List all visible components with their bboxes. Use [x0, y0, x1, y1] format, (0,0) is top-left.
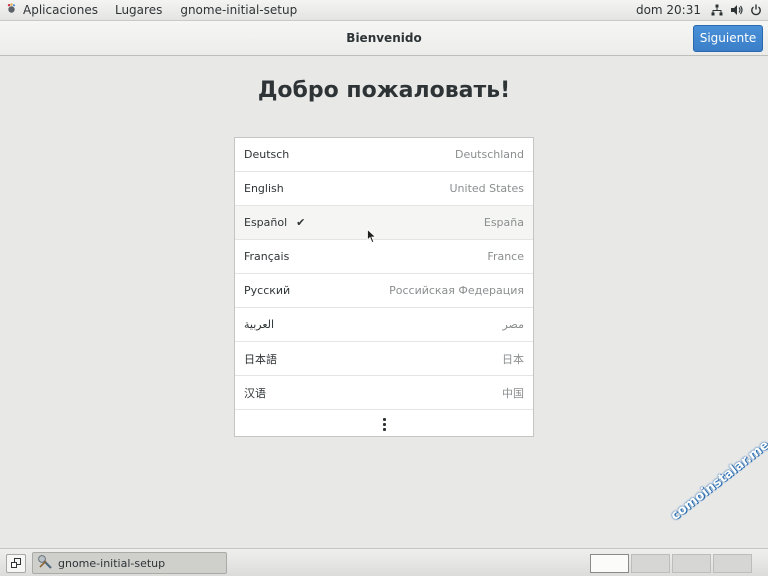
gnome-foot-icon [6, 3, 17, 17]
setup-tool-icon [37, 554, 53, 573]
welcome-heading: Добро пожаловать! [257, 78, 511, 103]
language-row[interactable]: Français France [235, 240, 533, 274]
clock[interactable]: dom 20:31 [626, 3, 711, 17]
more-languages-button[interactable] [235, 410, 533, 438]
volume-icon[interactable] [730, 4, 743, 16]
language-region: 中国 [502, 386, 524, 400]
show-desktop-icon [10, 554, 22, 573]
language-region: مصر [502, 318, 524, 331]
language-region: Российская Федерация [389, 284, 524, 297]
next-button[interactable]: Siguiente [693, 25, 763, 52]
language-name: 日本語 [244, 352, 277, 366]
language-row[interactable]: العربية مصر [235, 308, 533, 342]
language-region: United States [449, 182, 525, 195]
page-title: Bienvenido [346, 31, 422, 45]
language-name: العربية [244, 318, 275, 331]
language-region: France [487, 250, 524, 263]
language-row-selected[interactable]: Español ✔ España [235, 206, 533, 240]
language-name: English [244, 182, 284, 195]
applications-menu[interactable]: Aplicaciones [0, 0, 106, 20]
workspace-4[interactable] [713, 554, 752, 573]
workspace-switcher [590, 554, 752, 573]
top-panel: Aplicaciones Lugares gnome-initial-setup… [0, 0, 768, 21]
language-row[interactable]: Русский Российская Федерация [235, 274, 533, 308]
taskbar-item[interactable]: gnome-initial-setup [32, 552, 227, 574]
language-row[interactable]: Deutsch Deutschland [235, 138, 533, 172]
network-icon[interactable] [711, 4, 723, 16]
language-region: España [483, 216, 524, 229]
check-icon: ✔ [296, 216, 306, 229]
mouse-cursor-icon [367, 228, 377, 248]
header-bar: Bienvenido Siguiente [0, 21, 768, 56]
language-list: Deutsch Deutschland English United State… [234, 137, 534, 437]
workspace-3[interactable] [672, 554, 711, 573]
app-menu[interactable]: gnome-initial-setup [171, 0, 306, 20]
language-region: 日本 [502, 352, 524, 366]
language-name: Español [244, 216, 288, 229]
power-icon[interactable] [750, 4, 762, 16]
workspace-2[interactable] [631, 554, 670, 573]
language-name: Русский [244, 284, 291, 297]
places-menu[interactable]: Lugares [106, 0, 171, 20]
taskbar-item-label: gnome-initial-setup [58, 556, 166, 570]
applications-label: Aplicaciones [23, 3, 98, 17]
language-region: Deutschland [454, 148, 524, 161]
language-name: Deutsch [244, 148, 290, 161]
more-vertical-icon [382, 417, 386, 431]
watermark: comoinstalar.me [668, 437, 768, 524]
bottom-panel: gnome-initial-setup [0, 548, 768, 576]
language-row[interactable]: 日本語 日本 [235, 342, 533, 376]
language-row[interactable]: English United States [235, 172, 533, 206]
language-name: 汉语 [244, 386, 266, 400]
workspace-1[interactable] [590, 554, 629, 573]
language-name: Français [244, 250, 290, 263]
show-desktop-button[interactable] [6, 554, 26, 573]
system-tray[interactable] [711, 4, 768, 16]
language-row[interactable]: 汉语 中国 [235, 376, 533, 410]
